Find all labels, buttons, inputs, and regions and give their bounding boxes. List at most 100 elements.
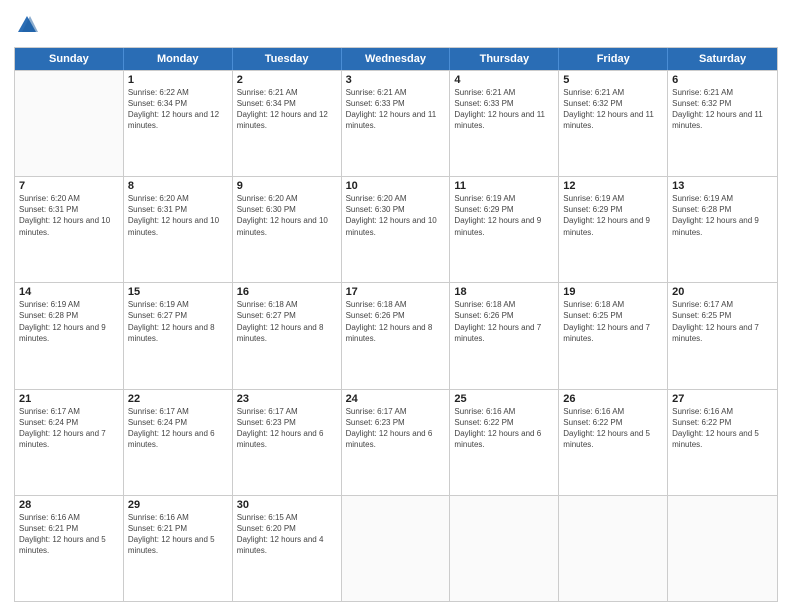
day-info: Sunrise: 6:17 AMSunset: 6:23 PMDaylight:… [237, 406, 337, 451]
day-info: Sunrise: 6:17 AMSunset: 6:23 PMDaylight:… [346, 406, 446, 451]
day-number: 12 [563, 180, 663, 192]
day-info: Sunrise: 6:16 AMSunset: 6:22 PMDaylight:… [563, 406, 663, 451]
calendar-cell: 13Sunrise: 6:19 AMSunset: 6:28 PMDayligh… [668, 177, 777, 282]
calendar-cell: 26Sunrise: 6:16 AMSunset: 6:22 PMDayligh… [559, 390, 668, 495]
day-number: 16 [237, 286, 337, 298]
day-number: 21 [19, 393, 119, 405]
day-info: Sunrise: 6:16 AMSunset: 6:22 PMDaylight:… [672, 406, 773, 451]
day-number: 17 [346, 286, 446, 298]
calendar-row-2: 7Sunrise: 6:20 AMSunset: 6:31 PMDaylight… [15, 176, 777, 282]
day-info: Sunrise: 6:16 AMSunset: 6:21 PMDaylight:… [19, 512, 119, 557]
calendar-cell: 2Sunrise: 6:21 AMSunset: 6:34 PMDaylight… [233, 71, 342, 176]
day-number: 9 [237, 180, 337, 192]
calendar-cell [450, 496, 559, 601]
header-day-thursday: Thursday [450, 48, 559, 70]
day-info: Sunrise: 6:17 AMSunset: 6:24 PMDaylight:… [128, 406, 228, 451]
day-info: Sunrise: 6:20 AMSunset: 6:31 PMDaylight:… [128, 193, 228, 238]
logo [14, 14, 38, 41]
header-day-tuesday: Tuesday [233, 48, 342, 70]
day-info: Sunrise: 6:16 AMSunset: 6:22 PMDaylight:… [454, 406, 554, 451]
day-info: Sunrise: 6:18 AMSunset: 6:27 PMDaylight:… [237, 299, 337, 344]
day-info: Sunrise: 6:15 AMSunset: 6:20 PMDaylight:… [237, 512, 337, 557]
day-number: 1 [128, 74, 228, 86]
day-info: Sunrise: 6:18 AMSunset: 6:26 PMDaylight:… [346, 299, 446, 344]
calendar: SundayMondayTuesdayWednesdayThursdayFrid… [14, 47, 778, 602]
day-number: 5 [563, 74, 663, 86]
calendar-cell: 9Sunrise: 6:20 AMSunset: 6:30 PMDaylight… [233, 177, 342, 282]
calendar-cell: 11Sunrise: 6:19 AMSunset: 6:29 PMDayligh… [450, 177, 559, 282]
day-info: Sunrise: 6:19 AMSunset: 6:29 PMDaylight:… [563, 193, 663, 238]
calendar-row-4: 21Sunrise: 6:17 AMSunset: 6:24 PMDayligh… [15, 389, 777, 495]
calendar-cell: 17Sunrise: 6:18 AMSunset: 6:26 PMDayligh… [342, 283, 451, 388]
calendar-header: SundayMondayTuesdayWednesdayThursdayFrid… [15, 48, 777, 70]
calendar-cell [668, 496, 777, 601]
day-info: Sunrise: 6:20 AMSunset: 6:30 PMDaylight:… [346, 193, 446, 238]
calendar-body: 1Sunrise: 6:22 AMSunset: 6:34 PMDaylight… [15, 70, 777, 601]
day-info: Sunrise: 6:22 AMSunset: 6:34 PMDaylight:… [128, 87, 228, 132]
day-info: Sunrise: 6:17 AMSunset: 6:24 PMDaylight:… [19, 406, 119, 451]
day-info: Sunrise: 6:19 AMSunset: 6:29 PMDaylight:… [454, 193, 554, 238]
calendar-row-3: 14Sunrise: 6:19 AMSunset: 6:28 PMDayligh… [15, 282, 777, 388]
calendar-cell: 20Sunrise: 6:17 AMSunset: 6:25 PMDayligh… [668, 283, 777, 388]
day-number: 15 [128, 286, 228, 298]
day-info: Sunrise: 6:20 AMSunset: 6:30 PMDaylight:… [237, 193, 337, 238]
day-number: 29 [128, 499, 228, 511]
calendar-cell: 3Sunrise: 6:21 AMSunset: 6:33 PMDaylight… [342, 71, 451, 176]
day-number: 11 [454, 180, 554, 192]
day-number: 4 [454, 74, 554, 86]
day-number: 23 [237, 393, 337, 405]
header-day-friday: Friday [559, 48, 668, 70]
day-number: 7 [19, 180, 119, 192]
header-day-saturday: Saturday [668, 48, 777, 70]
calendar-cell: 25Sunrise: 6:16 AMSunset: 6:22 PMDayligh… [450, 390, 559, 495]
day-info: Sunrise: 6:21 AMSunset: 6:32 PMDaylight:… [563, 87, 663, 132]
calendar-cell: 22Sunrise: 6:17 AMSunset: 6:24 PMDayligh… [124, 390, 233, 495]
calendar-cell: 12Sunrise: 6:19 AMSunset: 6:29 PMDayligh… [559, 177, 668, 282]
day-info: Sunrise: 6:18 AMSunset: 6:25 PMDaylight:… [563, 299, 663, 344]
day-number: 14 [19, 286, 119, 298]
day-info: Sunrise: 6:19 AMSunset: 6:27 PMDaylight:… [128, 299, 228, 344]
calendar-cell: 8Sunrise: 6:20 AMSunset: 6:31 PMDaylight… [124, 177, 233, 282]
day-info: Sunrise: 6:19 AMSunset: 6:28 PMDaylight:… [672, 193, 773, 238]
calendar-cell [342, 496, 451, 601]
calendar-cell: 23Sunrise: 6:17 AMSunset: 6:23 PMDayligh… [233, 390, 342, 495]
calendar-cell: 15Sunrise: 6:19 AMSunset: 6:27 PMDayligh… [124, 283, 233, 388]
day-info: Sunrise: 6:19 AMSunset: 6:28 PMDaylight:… [19, 299, 119, 344]
page-header [14, 10, 778, 41]
calendar-cell: 10Sunrise: 6:20 AMSunset: 6:30 PMDayligh… [342, 177, 451, 282]
logo-icon [16, 14, 38, 36]
day-info: Sunrise: 6:18 AMSunset: 6:26 PMDaylight:… [454, 299, 554, 344]
day-number: 28 [19, 499, 119, 511]
calendar-cell: 5Sunrise: 6:21 AMSunset: 6:32 PMDaylight… [559, 71, 668, 176]
day-number: 3 [346, 74, 446, 86]
calendar-cell: 21Sunrise: 6:17 AMSunset: 6:24 PMDayligh… [15, 390, 124, 495]
day-number: 25 [454, 393, 554, 405]
day-number: 26 [563, 393, 663, 405]
header-day-wednesday: Wednesday [342, 48, 451, 70]
day-number: 8 [128, 180, 228, 192]
calendar-cell [559, 496, 668, 601]
day-number: 18 [454, 286, 554, 298]
day-info: Sunrise: 6:17 AMSunset: 6:25 PMDaylight:… [672, 299, 773, 344]
day-number: 22 [128, 393, 228, 405]
calendar-cell: 29Sunrise: 6:16 AMSunset: 6:21 PMDayligh… [124, 496, 233, 601]
header-day-sunday: Sunday [15, 48, 124, 70]
calendar-cell: 4Sunrise: 6:21 AMSunset: 6:33 PMDaylight… [450, 71, 559, 176]
day-info: Sunrise: 6:16 AMSunset: 6:21 PMDaylight:… [128, 512, 228, 557]
day-info: Sunrise: 6:21 AMSunset: 6:32 PMDaylight:… [672, 87, 773, 132]
day-number: 24 [346, 393, 446, 405]
day-number: 27 [672, 393, 773, 405]
calendar-cell: 16Sunrise: 6:18 AMSunset: 6:27 PMDayligh… [233, 283, 342, 388]
calendar-cell: 1Sunrise: 6:22 AMSunset: 6:34 PMDaylight… [124, 71, 233, 176]
calendar-cell: 18Sunrise: 6:18 AMSunset: 6:26 PMDayligh… [450, 283, 559, 388]
calendar-cell [15, 71, 124, 176]
day-info: Sunrise: 6:20 AMSunset: 6:31 PMDaylight:… [19, 193, 119, 238]
calendar-cell: 7Sunrise: 6:20 AMSunset: 6:31 PMDaylight… [15, 177, 124, 282]
calendar-row-5: 28Sunrise: 6:16 AMSunset: 6:21 PMDayligh… [15, 495, 777, 601]
day-number: 13 [672, 180, 773, 192]
day-number: 10 [346, 180, 446, 192]
day-number: 19 [563, 286, 663, 298]
day-number: 30 [237, 499, 337, 511]
calendar-cell: 6Sunrise: 6:21 AMSunset: 6:32 PMDaylight… [668, 71, 777, 176]
calendar-row-1: 1Sunrise: 6:22 AMSunset: 6:34 PMDaylight… [15, 70, 777, 176]
